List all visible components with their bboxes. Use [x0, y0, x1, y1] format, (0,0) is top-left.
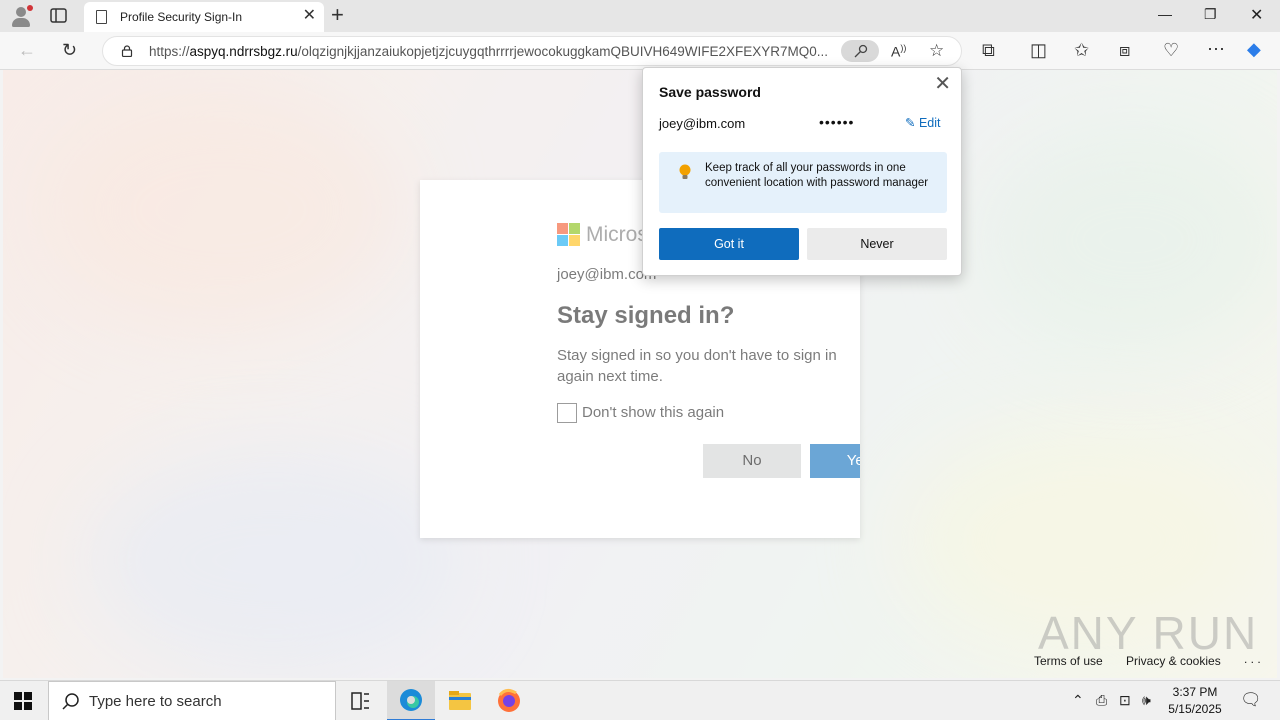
search-placeholder: Type here to search	[89, 693, 222, 710]
password-manager-tip: Keep track of all your passwords in one …	[659, 152, 947, 213]
favorites-icon[interactable]: ✩	[1074, 41, 1089, 59]
edit-button[interactable]: ✎ Edit	[905, 115, 941, 130]
url-text[interactable]: https://aspyq.ndrrsbgz.ru/olqzignjkjjanz…	[149, 44, 839, 59]
save-password-popup: Save password ✕ joey@ibm.com •••••• ✎ Ed…	[642, 67, 962, 276]
file-explorer-icon[interactable]	[436, 681, 484, 720]
anyrun-watermark: ANY RUN	[1038, 607, 1259, 659]
back-icon[interactable]: ←	[18, 41, 36, 59]
taskbar-search-box[interactable]: Type here to search	[48, 681, 336, 720]
more-menu-icon[interactable]: ⋯	[1207, 40, 1225, 58]
tab-title: Profile Security Sign-In	[120, 10, 243, 24]
new-tab-icon[interactable]: +	[331, 4, 344, 26]
browser-toolbar: ← ↻ https://aspyq.ndrrsbgz.ru/olqzignjkj…	[0, 32, 1280, 70]
pencil-icon: ✎	[905, 116, 916, 130]
edit-label: Edit	[918, 116, 941, 130]
maximize-icon[interactable]: ❐	[1204, 6, 1217, 23]
extensions-icon[interactable]: ⧉	[982, 41, 995, 59]
collections-icon[interactable]: ⧈	[1119, 41, 1130, 59]
close-tab-icon[interactable]: ✕	[303, 8, 316, 24]
page-icon	[96, 10, 107, 24]
clock-date: 5/15/2025	[1168, 702, 1222, 716]
lock-icon[interactable]	[121, 45, 133, 57]
tip-text: Keep track of all your passwords in one …	[705, 162, 929, 189]
profile-avatar-icon[interactable]	[8, 4, 34, 28]
got-it-button[interactable]: Got it	[659, 228, 799, 260]
notifications-icon[interactable]: 🗨	[1240, 690, 1262, 710]
never-button[interactable]: Never	[807, 228, 947, 260]
system-clock[interactable]: 3:37 PM 5/15/2025	[1164, 684, 1226, 718]
windows-start-icon[interactable]	[14, 692, 32, 710]
network-icon[interactable]: ⊡	[1119, 692, 1131, 709]
task-view-icon[interactable]	[336, 681, 384, 720]
tab-strip: Profile Security Sign-In ✕ + — ❐ ✕	[0, 0, 1280, 32]
saved-password-mask: ••••••	[819, 114, 855, 130]
popup-title: Save password	[659, 84, 761, 100]
copilot-icon[interactable]: ◆	[1247, 40, 1261, 58]
search-icon	[62, 693, 79, 710]
saved-username: joey@ibm.com	[659, 116, 746, 131]
browser-essentials-icon[interactable]: ♡	[1163, 41, 1179, 59]
read-aloud-icon[interactable]: A))	[891, 43, 906, 60]
lightbulb-icon	[679, 164, 691, 179]
device-icon[interactable]: ⎙	[1096, 692, 1107, 709]
page-dim-overlay	[3, 70, 1277, 678]
edge-browser-icon[interactable]	[387, 681, 435, 720]
favorite-star-icon[interactable]: ☆	[929, 41, 944, 61]
tab-actions-icon[interactable]	[50, 8, 68, 24]
tab-active[interactable]: Profile Security Sign-In ✕	[84, 2, 324, 32]
refresh-icon[interactable]: ↻	[62, 41, 77, 59]
firefox-icon[interactable]	[485, 681, 533, 720]
split-screen-icon[interactable]: ◫	[1030, 41, 1047, 59]
show-hidden-icons-icon[interactable]: ⌃	[1072, 692, 1084, 709]
password-key-icon[interactable]	[841, 40, 879, 62]
volume-icon[interactable]: 🕪	[1142, 692, 1151, 709]
address-bar[interactable]: https://aspyq.ndrrsbgz.ru/olqzignjkjjanz…	[102, 36, 962, 66]
clock-time: 3:37 PM	[1172, 685, 1218, 699]
close-popup-icon[interactable]: ✕	[934, 74, 951, 94]
minimize-icon[interactable]: —	[1158, 6, 1172, 22]
close-window-icon[interactable]: ✕	[1250, 5, 1263, 25]
taskbar: Type here to search ⌃ ⎙ ⊡ 🕪 3:37 PM 5/15…	[0, 680, 1280, 720]
